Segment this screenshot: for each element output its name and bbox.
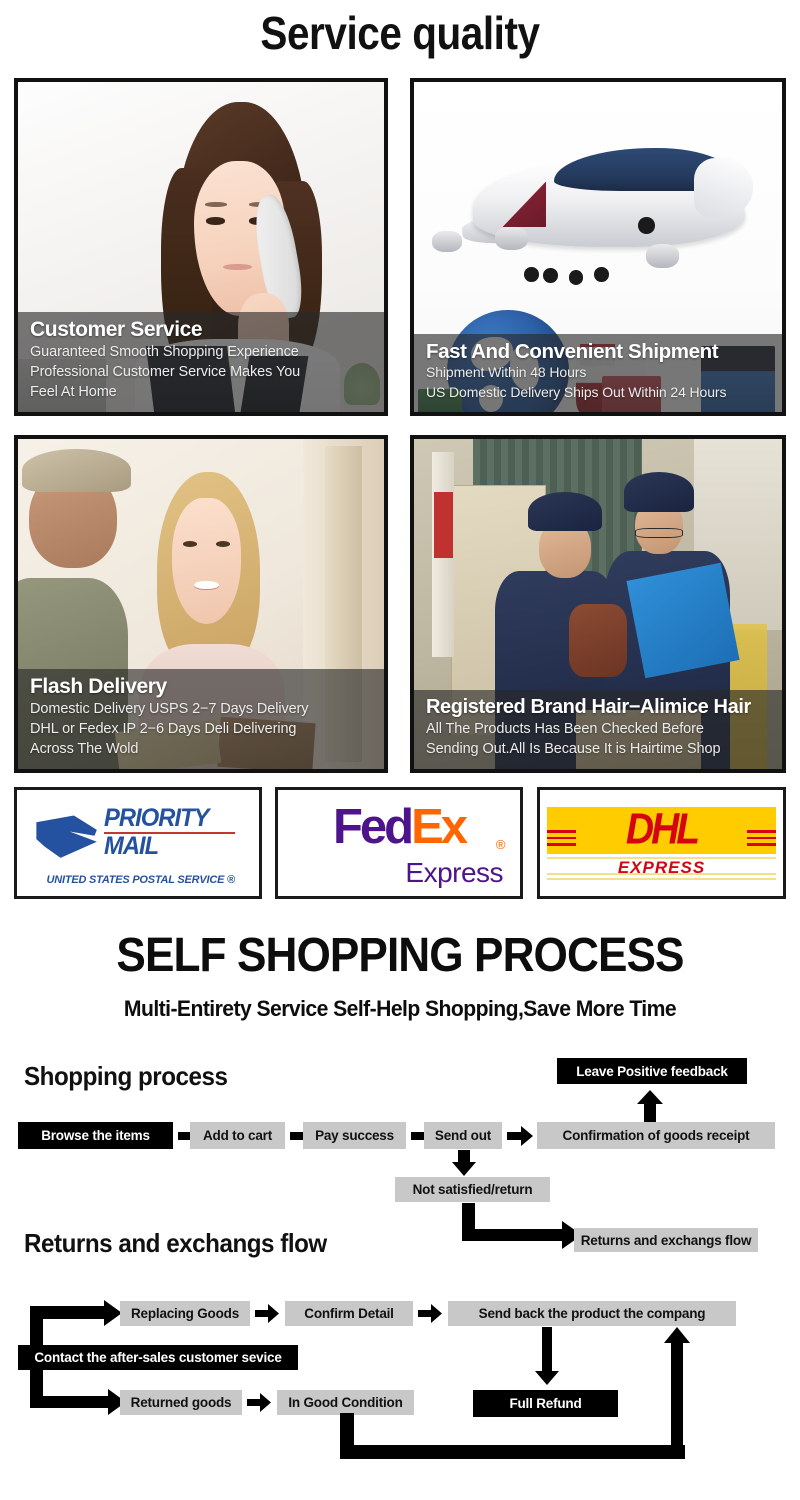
dhl-express-text: EXPRESS [617,857,706,877]
arrow-right-icon [255,1304,279,1323]
fedex-fed-text: Fed [332,799,414,854]
flow-node-add-to-cart[interactable]: Add to cart [190,1122,285,1149]
card-line: Feel At Home [30,384,117,400]
flow-node-confirm-detail[interactable]: Confirm Detail [285,1301,413,1326]
card-line: Professional Customer Service Makes You [30,364,301,380]
self-shopping-process-subtitle: Multi-Entirety Service Self-Help Shoppin… [123,996,677,1021]
feature-card-flash-delivery: Flash Delivery Domestic Delivery USPS 2−… [14,435,388,773]
card-title: Customer Service [30,317,203,341]
feature-card-customer-service: Customer Service Guaranteed Smooth Shopp… [14,78,388,416]
arrow-right-icon [418,1304,442,1323]
dhl-wordmark: DHL [625,805,700,854]
flow-node-contact-after-sales[interactable]: Contact the after-sales customer sevice [18,1345,298,1370]
arrow-down-icon [452,1150,476,1176]
courier-logo-fedex: FedEx ® Express [275,787,523,899]
flow-node-send-out[interactable]: Send out [424,1122,502,1149]
flow-node-leave-feedback[interactable]: Leave Positive feedback [557,1058,747,1084]
arrow-up-icon [637,1090,663,1122]
usps-wordmark: PRIORITY MAIL [104,803,247,862]
card-line: Guaranteed Smooth Shopping Experience [30,344,299,360]
card-line: Shipment Within 48 Hours [426,364,587,381]
usps-line1: PRIORITY [104,803,210,832]
elbow-arrow-icon [462,1203,582,1255]
shopping-process-heading: Shopping process [24,1061,228,1091]
usps-line2: MAIL [104,831,159,860]
returns-exchanges-heading: Returns and exchangs flow [24,1228,327,1258]
service-quality-page: Service quality Customer Service Guarant… [0,0,800,1500]
arrow-right-icon [507,1126,533,1146]
fedex-express-text: Express [405,856,504,888]
courier-logo-usps: PRIORITY MAIL UNITED STATES POSTAL SERVI… [14,787,262,899]
flow-node-replacing-goods[interactable]: Replacing Goods [120,1301,250,1326]
card-caption: Fast And Convenient Shipment Shipment Wi… [414,333,782,412]
feature-card-fast-shipment: Fast And Convenient Shipment Shipment Wi… [410,78,786,416]
card-line: Domestic Delivery USPS 2−7 Days Delivery [30,701,309,717]
usps-subtext: UNITED STATES POSTAL SERVICE ® [46,874,235,887]
flow-node-in-good-condition[interactable]: In Good Condition [277,1390,414,1415]
self-shopping-process-title: SELF SHOPPING PROCESS [116,929,684,982]
card-caption: Flash Delivery Domestic Delivery USPS 2−… [18,668,384,769]
card-caption: Customer Service Guaranteed Smooth Shopp… [18,311,384,412]
flow-node-send-back-product[interactable]: Send back the product the compang [448,1301,736,1326]
fedex-registered-mark: ® [495,836,506,852]
flow-node-returned-goods[interactable]: Returned goods [120,1390,242,1415]
arrow-right-icon [247,1393,271,1412]
fedex-wordmark: FedEx [332,799,468,854]
card-title: Flash Delivery [30,674,167,698]
courier-logo-dhl: DHL EXPRESS [537,787,786,899]
card-line: Sending Out.All Is Because It is Hairtim… [426,741,721,757]
feature-card-registered-brand: Registered Brand Hair−Alimice Hair All T… [410,435,786,773]
usps-eagle-icon [36,815,97,858]
fedex-ex-text: Ex [411,799,468,854]
dhl-band: DHL [547,805,776,854]
card-title: Fast And Convenient Shipment [426,339,719,363]
card-caption: Registered Brand Hair−Alimice Hair All T… [414,690,782,769]
elbow-arrow-icon [30,1370,126,1416]
card-line: DHL or Fedex IP 2−6 Days Deli Delivering [30,721,297,737]
card-line: US Domestic Delivery Ships Out Within 24… [426,383,727,400]
return-loop-connector [340,1413,685,1475]
flow-node-confirmation-receipt[interactable]: Confirmation of goods receipt [537,1122,775,1149]
page-title: Service quality [260,7,540,59]
card-line: Across The Wold [30,741,139,757]
card-line: All The Products Has Been Checked Before [426,721,704,737]
flow-node-not-satisfied[interactable]: Not satisfied/return [395,1177,550,1202]
flow-node-pay-success[interactable]: Pay success [303,1122,406,1149]
flow-node-returns-exchanges-target[interactable]: Returns and exchangs flow [574,1228,758,1252]
arrow-down-icon [535,1327,559,1385]
flow-node-browse-items[interactable]: Browse the items [18,1122,173,1149]
card-title: Registered Brand Hair−Alimice Hair [426,696,751,718]
